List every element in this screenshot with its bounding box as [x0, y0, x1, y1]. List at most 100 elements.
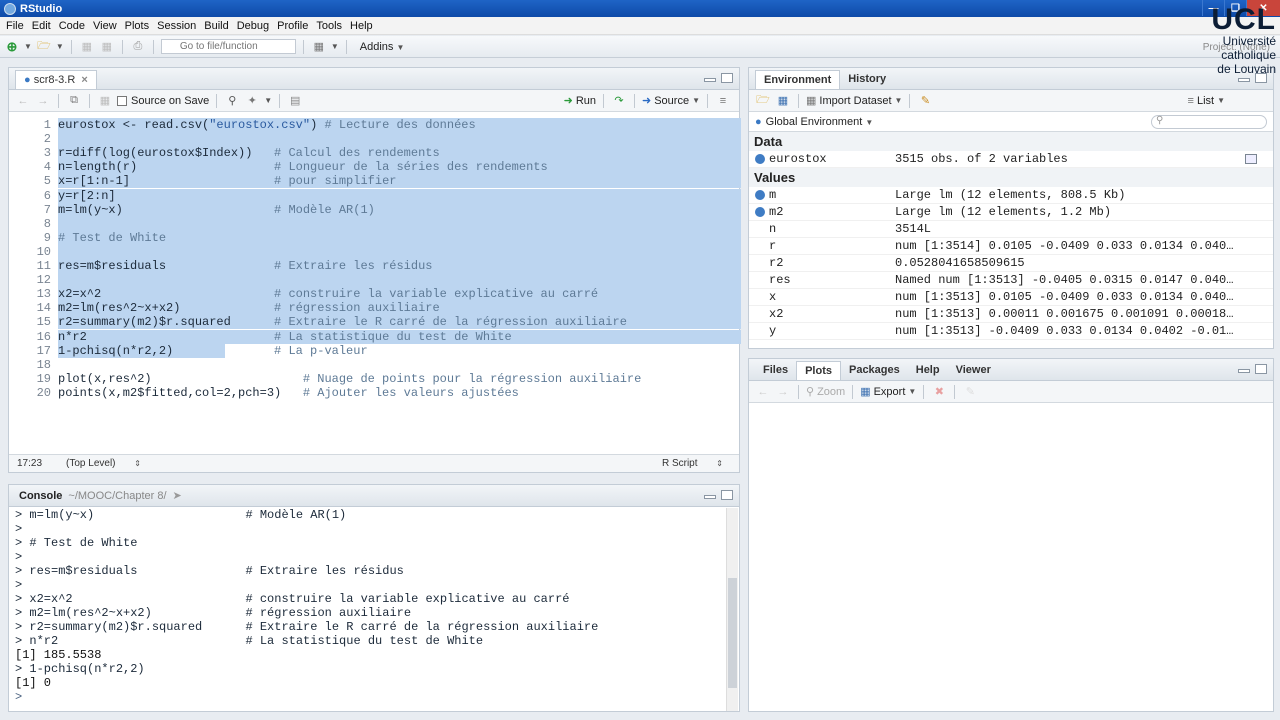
- goto-file-input[interactable]: [160, 39, 296, 54]
- new-file-icon[interactable]: ⊕: [4, 39, 20, 55]
- save-workspace-icon[interactable]: ▦: [775, 93, 791, 109]
- menu-view[interactable]: View: [89, 20, 121, 32]
- minimize-pane-button[interactable]: [1238, 369, 1250, 373]
- print-icon[interactable]: ⎙: [130, 39, 146, 55]
- code-line[interactable]: 5 x=r[1:n-1] # pour simplifier: [9, 174, 741, 189]
- code-line[interactable]: 15 r2=summary(m2)$r.squared # Extraire le…: [9, 315, 741, 330]
- code-line[interactable]: 12: [9, 273, 741, 288]
- code-line[interactable]: 16 n*r2 # La statistique du test de White: [9, 329, 741, 344]
- maximize-pane-button[interactable]: [1255, 364, 1267, 374]
- env-row[interactable]: m2 Large lm (12 elements, 1.2 Mb): [749, 204, 1273, 221]
- env-scope-selector[interactable]: Global Environment ▼: [766, 116, 874, 128]
- env-row[interactable]: n 3514L: [749, 221, 1273, 238]
- env-search-input[interactable]: ⚲: [1151, 114, 1267, 129]
- code-line[interactable]: 18: [9, 358, 739, 372]
- code-line[interactable]: 10: [9, 244, 741, 259]
- file-type-selector[interactable]: R Script ⇕: [646, 458, 739, 469]
- menu-file[interactable]: File: [2, 20, 28, 32]
- minimize-pane-button[interactable]: [704, 495, 716, 499]
- back-arrow-icon[interactable]: ←: [15, 93, 31, 109]
- code-line[interactable]: 17 1-pchisq(n*r2,2) # La p-valeur: [9, 343, 741, 358]
- tab-help[interactable]: Help: [908, 361, 948, 380]
- export-button[interactable]: ▦ Export ▼: [860, 385, 916, 399]
- minimize-pane-button[interactable]: [704, 78, 716, 82]
- code-line[interactable]: 7 m=lm(y~x) # Modèle AR(1): [9, 202, 741, 217]
- menu-build[interactable]: Build: [200, 20, 232, 32]
- outline-icon[interactable]: ≡: [715, 93, 731, 109]
- env-row[interactable]: res Named num [1:3513] -0.0405 0.0315 0.0…: [749, 272, 1273, 289]
- maximize-pane-button[interactable]: [721, 490, 733, 500]
- scope-selector[interactable]: (Top Level) ⇕: [50, 458, 157, 469]
- code-line[interactable]: 11 res=m$residuals # Extraire les résidus: [9, 259, 741, 273]
- load-workspace-icon[interactable]: 🗁: [755, 93, 771, 109]
- tab-history[interactable]: History: [840, 70, 894, 89]
- menu-debug[interactable]: Debug: [233, 20, 273, 32]
- console-tab[interactable]: Console: [15, 490, 66, 502]
- wand-icon[interactable]: ✦: [244, 93, 260, 109]
- code-editor[interactable]: 1 eurostox <- read.csv("eurostox.csv") # …: [9, 114, 741, 454]
- menu-help[interactable]: Help: [346, 20, 377, 32]
- zoom-button[interactable]: ⚲ Zoom: [806, 385, 845, 399]
- remove-plot-icon[interactable]: ✖: [931, 384, 947, 400]
- menu-plots[interactable]: Plots: [121, 20, 153, 32]
- chevron-down-icon[interactable]: ▼: [56, 42, 64, 51]
- menu-profile[interactable]: Profile: [273, 20, 312, 32]
- rerun-icon[interactable]: ↷: [611, 93, 627, 109]
- addins-menu[interactable]: Addins ▼: [360, 41, 405, 53]
- tab-environment[interactable]: Environment: [755, 70, 841, 89]
- chevron-down-icon[interactable]: ▼: [331, 42, 339, 51]
- code-line[interactable]: 19 plot(x,res^2) # Nuage de points pour l…: [9, 372, 739, 386]
- code-line[interactable]: 8: [9, 216, 741, 231]
- run-button[interactable]: ➜ Run: [564, 94, 596, 108]
- console-output[interactable]: > m=lm(y~x) # Modèle AR(1) > > # Test de W…: [9, 508, 727, 711]
- menu-tools[interactable]: Tools: [312, 20, 346, 32]
- code-line[interactable]: 4 n=length(r) # Longueur de la séries des…: [9, 160, 741, 175]
- code-line[interactable]: 6 y=r[2:n]: [9, 188, 741, 203]
- view-mode-selector[interactable]: ≡ List ▼: [1188, 95, 1225, 107]
- compile-report-icon[interactable]: ▤: [287, 93, 303, 109]
- code-line[interactable]: 3 r=diff(log(eurostox$Index)) # Calcul de…: [9, 146, 741, 161]
- close-tab-icon[interactable]: ×: [81, 74, 87, 86]
- env-row[interactable]: x num [1:3513] 0.0105 -0.0409 0.033 0.013…: [749, 289, 1273, 306]
- back-arrow-icon[interactable]: ←: [755, 384, 771, 400]
- code-line[interactable]: 13 x2=x^2 # construire la variable explic…: [9, 287, 741, 302]
- open-folder-icon[interactable]: 🗁: [36, 39, 52, 55]
- grid-layout-icon[interactable]: ▦: [311, 39, 327, 55]
- tab-viewer[interactable]: Viewer: [948, 361, 999, 380]
- maximize-pane-button[interactable]: [721, 73, 733, 83]
- menu-code[interactable]: Code: [55, 20, 89, 32]
- minimize-pane-button[interactable]: [1238, 78, 1250, 82]
- forward-arrow-icon[interactable]: →: [35, 93, 51, 109]
- forward-arrow-icon[interactable]: →: [775, 384, 791, 400]
- console-scrollbar[interactable]: [726, 508, 738, 711]
- env-row[interactable]: m Large lm (12 elements, 808.5 Kb): [749, 187, 1273, 204]
- code-line[interactable]: 14 m2=lm(res^2~x+x2) # régression auxilia…: [9, 301, 741, 316]
- save-icon[interactable]: ▦: [79, 39, 95, 55]
- expand-icon[interactable]: [755, 207, 765, 217]
- env-row[interactable]: x2 num [1:3513] 0.00011 0.001675 0.001091…: [749, 306, 1273, 323]
- menu-session[interactable]: Session: [153, 20, 200, 32]
- search-icon[interactable]: ⚲: [224, 93, 240, 109]
- expand-icon[interactable]: [755, 190, 765, 200]
- chevron-down-icon[interactable]: ▼: [24, 42, 32, 51]
- expand-icon[interactable]: [755, 154, 765, 164]
- menu-edit[interactable]: Edit: [28, 20, 55, 32]
- source-button[interactable]: ➜ Source ▼: [642, 94, 700, 108]
- source-on-save-checkbox[interactable]: [117, 95, 127, 106]
- tab-files[interactable]: Files: [755, 361, 796, 380]
- tab-packages[interactable]: Packages: [841, 361, 908, 380]
- env-row[interactable]: r num [1:3514] 0.0105 -0.0409 0.033 0.013…: [749, 238, 1273, 255]
- show-in-window-icon[interactable]: ⧉: [66, 93, 82, 109]
- goto-dir-icon[interactable]: ➤: [173, 489, 182, 502]
- code-line[interactable]: 9 # Test de White: [9, 230, 741, 245]
- broom-icon[interactable]: ✎: [917, 93, 933, 109]
- env-row[interactable]: y num [1:3513] -0.0409 0.033 0.0134 0.040…: [749, 323, 1273, 340]
- save-all-icon[interactable]: ▦: [99, 39, 115, 55]
- code-line[interactable]: 20 points(x,m2$fitted,col=2,pch=3) # Ajou…: [9, 386, 739, 400]
- import-dataset-button[interactable]: ▦ Import Dataset ▼: [806, 94, 902, 108]
- code-line[interactable]: 1 eurostox <- read.csv("eurostox.csv") # …: [9, 118, 741, 132]
- tab-scr8-3[interactable]: ● scr8-3.R ×: [15, 70, 97, 89]
- tab-plots[interactable]: Plots: [796, 361, 841, 380]
- view-table-icon[interactable]: [1245, 154, 1257, 164]
- broom-icon[interactable]: ✎: [962, 384, 978, 400]
